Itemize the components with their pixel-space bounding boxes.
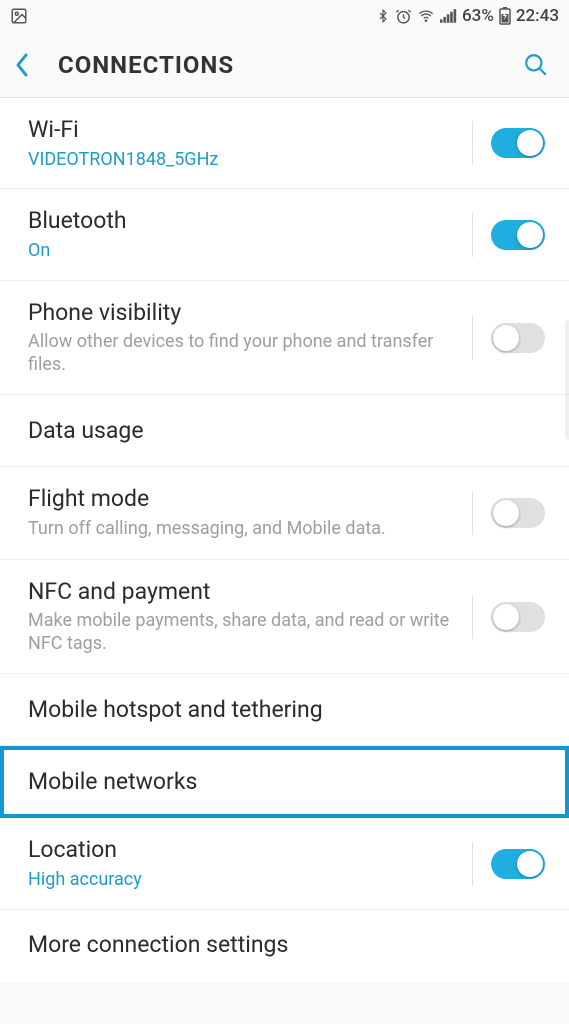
clock-time: 22:43 — [516, 6, 559, 26]
wifi-icon — [417, 8, 435, 24]
row-subtitle: VIDEOTRON1848_5GHz — [28, 149, 458, 171]
divider — [472, 842, 473, 886]
flight-mode-toggle[interactable] — [491, 498, 545, 528]
phone-visibility-toggle[interactable] — [491, 323, 545, 353]
bluetooth-icon — [376, 7, 390, 25]
divider — [472, 213, 473, 257]
row-wifi[interactable]: Wi-Fi VIDEOTRON1848_5GHz — [0, 98, 569, 189]
row-description: Make mobile payments, share data, and re… — [28, 610, 458, 655]
row-title: Mobile hotspot and tethering — [28, 696, 537, 725]
page-title: CONNECTIONS — [58, 51, 523, 79]
nfc-toggle[interactable] — [491, 602, 545, 632]
row-title: Phone visibility — [28, 299, 458, 328]
wifi-toggle[interactable] — [491, 128, 545, 158]
row-title: Flight mode — [28, 485, 458, 514]
row-hotspot[interactable]: Mobile hotspot and tethering — [0, 674, 569, 746]
signal-icon — [440, 8, 457, 24]
row-bluetooth[interactable]: Bluetooth On — [0, 189, 569, 280]
alarm-icon — [395, 8, 412, 25]
row-title: Wi-Fi — [28, 116, 458, 145]
settings-list: Wi-Fi VIDEOTRON1848_5GHz Bluetooth On Ph… — [0, 98, 569, 982]
row-title: Location — [28, 836, 458, 865]
battery-percent: 63% — [462, 6, 494, 26]
search-button[interactable] — [523, 52, 549, 78]
app-bar: CONNECTIONS — [0, 32, 569, 98]
status-right: 63% 22:43 — [376, 6, 559, 26]
row-title: NFC and payment — [28, 578, 458, 607]
row-phone-visibility[interactable]: Phone visibility Allow other devices to … — [0, 281, 569, 396]
battery-icon — [499, 7, 511, 25]
divider — [472, 121, 473, 165]
row-nfc[interactable]: NFC and payment Make mobile payments, sh… — [0, 560, 569, 675]
row-description: Allow other devices to find your phone a… — [28, 331, 458, 376]
image-icon — [10, 7, 28, 25]
bluetooth-toggle[interactable] — [491, 220, 545, 250]
divider — [472, 491, 473, 535]
row-flight-mode[interactable]: Flight mode Turn off calling, messaging,… — [0, 467, 569, 559]
divider — [472, 595, 473, 639]
row-mobile-networks[interactable]: Mobile networks — [0, 746, 569, 818]
row-subtitle: On — [28, 240, 458, 262]
row-subtitle: High accuracy — [28, 869, 458, 891]
back-button[interactable] — [14, 52, 42, 78]
row-location[interactable]: Location High accuracy — [0, 818, 569, 909]
row-more-connection[interactable]: More connection settings — [0, 910, 569, 982]
row-title: More connection settings — [28, 931, 537, 960]
row-title: Bluetooth — [28, 207, 458, 236]
location-toggle[interactable] — [491, 849, 545, 879]
divider — [472, 316, 473, 360]
row-title: Mobile networks — [28, 768, 537, 797]
row-data-usage[interactable]: Data usage — [0, 395, 569, 467]
status-left — [10, 7, 28, 25]
row-title: Data usage — [28, 417, 537, 446]
row-description: Turn off calling, messaging, and Mobile … — [28, 518, 458, 541]
scroll-indicator — [565, 320, 569, 440]
status-bar: 63% 22:43 — [0, 0, 569, 32]
